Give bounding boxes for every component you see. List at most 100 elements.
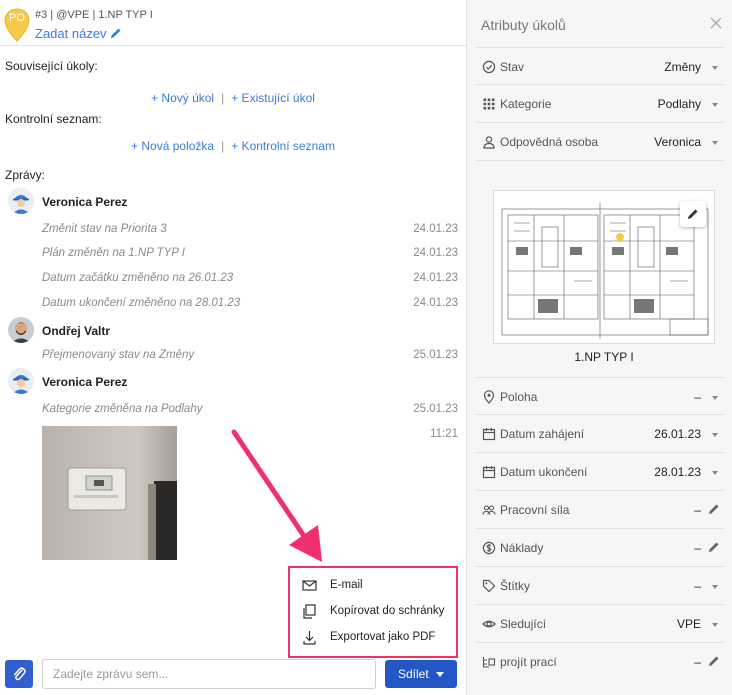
link-separator: | bbox=[221, 91, 225, 105]
new-checklist-link[interactable]: + Kontrolní seznam bbox=[231, 139, 335, 153]
activity-line: Kategorie změněna na Podlahy 25.01.23 bbox=[42, 403, 458, 415]
activity-line: Přejmenovaný stav na Změny 25.01.23 bbox=[42, 349, 458, 361]
caret-down-icon bbox=[712, 141, 718, 145]
related-tasks-label: Související úkoly: bbox=[5, 59, 98, 73]
share-pdf-option[interactable]: Exportovat jako PDF bbox=[290, 624, 456, 650]
attr-end-date[interactable]: Datum ukončení 28.01.23 bbox=[475, 453, 725, 491]
attr-start-date[interactable]: Datum zahájení 26.01.23 bbox=[475, 415, 725, 453]
activity-date: 25.01.23 bbox=[413, 349, 458, 361]
new-checklist-item-link[interactable]: + Nová položka bbox=[131, 139, 214, 153]
set-task-name-label: Zadat název bbox=[35, 26, 107, 41]
people-icon bbox=[482, 505, 496, 515]
attr-label: Pracovní síla bbox=[500, 503, 570, 517]
pencil-icon bbox=[110, 28, 121, 38]
attr-value: – bbox=[694, 655, 701, 669]
tag-icon bbox=[482, 579, 496, 593]
attr-value: 28.01.23 bbox=[654, 465, 701, 479]
copy-icon bbox=[303, 604, 316, 619]
attr-workforce[interactable]: Pracovní síla – bbox=[475, 491, 725, 529]
share-menu: E-mail Kopírovat do schránky Exportovat … bbox=[288, 566, 458, 658]
activity-text: Plán změněn na 1.NP TYP I bbox=[42, 247, 185, 259]
caret-down-icon bbox=[712, 471, 718, 475]
attr-value: Veronica bbox=[654, 135, 701, 149]
task-header: PO #3 | @VPE | 1.NP TYP I Zadat název bbox=[0, 0, 466, 46]
download-icon bbox=[303, 631, 316, 645]
attr-value: Podlahy bbox=[657, 97, 701, 111]
activity-date: 25.01.23 bbox=[413, 403, 458, 415]
panel-title: Atributy úkolů bbox=[481, 17, 566, 33]
activity-text: Datum začátku změněno na 26.01.23 bbox=[42, 272, 234, 284]
caret-down-icon bbox=[712, 433, 718, 437]
attr-label: Náklady bbox=[500, 541, 544, 555]
new-task-link[interactable]: + Nový úkol bbox=[151, 91, 214, 105]
attr-value: 26.01.23 bbox=[654, 427, 701, 441]
paperclip-icon bbox=[13, 667, 26, 681]
attr-label: Datum ukončení bbox=[500, 465, 588, 479]
caret-down-icon bbox=[712, 585, 718, 589]
share-button[interactable]: Sdílet bbox=[385, 660, 457, 688]
author-name: Ondřej Valtr bbox=[42, 324, 111, 338]
pencil-icon bbox=[709, 542, 719, 552]
grid-icon bbox=[483, 98, 495, 110]
dollar-circle-icon bbox=[482, 541, 496, 555]
set-task-name-link[interactable]: Zadat název bbox=[35, 26, 122, 41]
attr-work-review[interactable]: projít prací – bbox=[475, 643, 725, 681]
activity-text: Přejmenovaný stav na Změny bbox=[42, 349, 195, 361]
activity-date: 24.01.23 bbox=[413, 223, 458, 235]
pencil-icon bbox=[709, 656, 719, 666]
attr-value: – bbox=[694, 390, 701, 404]
activity-line: Změnit stav na Priorita 3 24.01.23 bbox=[42, 223, 458, 235]
share-copy-option[interactable]: Kopírovat do schránky bbox=[290, 598, 456, 624]
edit-plan-button[interactable] bbox=[680, 201, 706, 227]
existing-task-link[interactable]: + Existující úkol bbox=[231, 91, 315, 105]
task-pin-icon: PO bbox=[4, 8, 30, 42]
messages-label: Zprávy: bbox=[5, 168, 46, 182]
checklist-label: Kontrolní seznam: bbox=[5, 112, 102, 126]
attr-label: Sledující bbox=[500, 617, 547, 631]
close-icon[interactable] bbox=[708, 15, 724, 31]
share-pdf-label: Exportovat jako PDF bbox=[330, 631, 436, 643]
calendar-icon bbox=[482, 428, 496, 441]
photo-time: 11:21 bbox=[430, 428, 458, 440]
envelope-icon bbox=[302, 580, 317, 591]
attr-responsible-person[interactable]: Odpovědná osoba Veronica bbox=[475, 123, 725, 161]
attr-followers[interactable]: Sledující VPE bbox=[475, 605, 725, 643]
activity-date: 24.01.23 bbox=[413, 272, 458, 284]
plan-preview[interactable] bbox=[493, 190, 715, 344]
attr-label: Datum zahájení bbox=[500, 427, 585, 441]
message-input[interactable] bbox=[42, 659, 376, 689]
share-email-option[interactable]: E-mail bbox=[290, 572, 456, 598]
author-name: Veronica Perez bbox=[42, 195, 128, 209]
location-pin-icon bbox=[483, 390, 495, 404]
activity-line: Plán změněn na 1.NP TYP I 24.01.23 bbox=[42, 247, 458, 259]
caret-down-icon bbox=[712, 66, 718, 70]
task-meta: #3 | @VPE | 1.NP TYP I bbox=[35, 9, 153, 21]
attr-tags[interactable]: Štítky – bbox=[475, 567, 725, 605]
attr-label: Stav bbox=[500, 60, 525, 74]
attr-costs[interactable]: Náklady – bbox=[475, 529, 725, 567]
check-circle-icon bbox=[482, 60, 496, 74]
attr-location[interactable]: Poloha – bbox=[475, 377, 725, 415]
task-detail-panel: PO #3 | @VPE | 1.NP TYP I Zadat název So… bbox=[0, 0, 466, 695]
attach-button[interactable] bbox=[5, 660, 33, 688]
attr-value: – bbox=[694, 579, 701, 593]
attr-label: Štítky bbox=[500, 579, 531, 593]
checklist-icon bbox=[482, 657, 496, 668]
attr-label: Kategorie bbox=[500, 97, 552, 111]
attr-value: – bbox=[694, 503, 701, 517]
photo-avatar bbox=[8, 317, 34, 343]
activity-date: 24.01.23 bbox=[413, 297, 458, 309]
activity-text: Kategorie změněna na Podlahy bbox=[42, 403, 203, 415]
attached-photo[interactable] bbox=[42, 426, 177, 560]
caret-down-icon bbox=[436, 672, 444, 677]
share-email-label: E-mail bbox=[330, 579, 363, 591]
activity-line: Datum začátku změněno na 26.01.23 24.01.2… bbox=[42, 272, 458, 284]
share-copy-label: Kopírovat do schránky bbox=[330, 605, 445, 617]
calendar-icon bbox=[482, 466, 496, 479]
pencil-icon bbox=[709, 504, 719, 514]
activity-text: Datum ukončení změněno na 28.01.23 bbox=[42, 297, 241, 309]
worker-avatar-icon bbox=[8, 368, 34, 394]
attr-status[interactable]: Stav Změny bbox=[475, 47, 725, 85]
attr-value: VPE bbox=[676, 617, 701, 631]
attr-category[interactable]: Kategorie Podlahy bbox=[475, 85, 725, 123]
